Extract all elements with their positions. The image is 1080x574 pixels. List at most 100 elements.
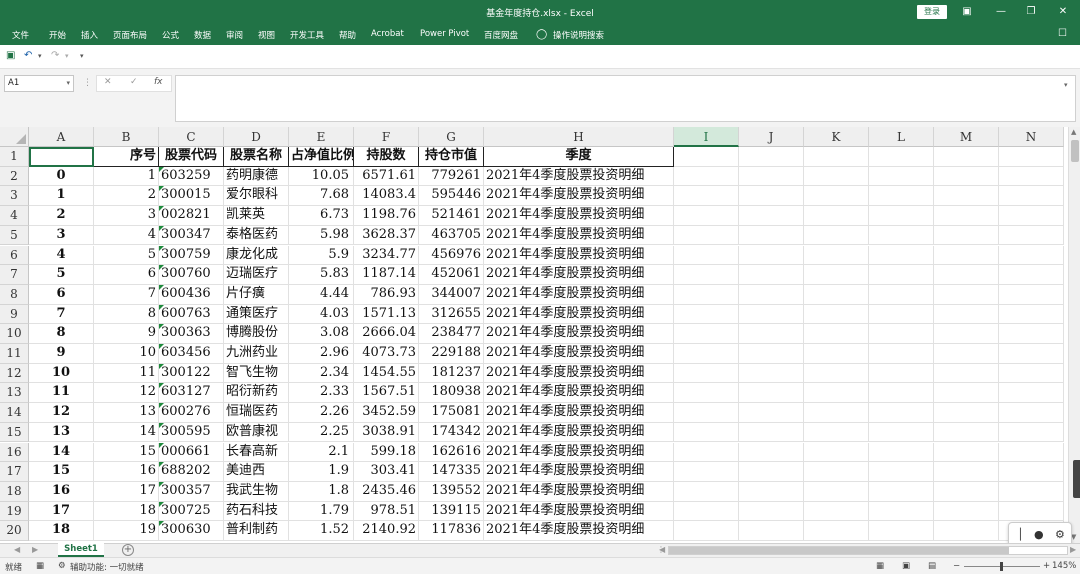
header-cell-a[interactable] — [29, 147, 94, 167]
tab-review[interactable]: 审阅 — [226, 29, 243, 41]
cell-e8[interactable]: 4.44 — [289, 284, 354, 305]
cell-c5[interactable]: 300347 — [159, 225, 224, 246]
formula-input[interactable] — [175, 75, 1076, 122]
cell-j14[interactable] — [739, 403, 804, 423]
cell-n3[interactable] — [999, 186, 1064, 207]
cell-i7[interactable] — [674, 265, 739, 285]
cell-b20[interactable]: 19 — [94, 521, 159, 541]
cell-b15[interactable]: 14 — [94, 422, 159, 443]
cell-e4[interactable]: 6.73 — [289, 206, 354, 226]
comment-icon[interactable]: ☐ — [1058, 28, 1067, 39]
cell-i17[interactable] — [674, 462, 739, 482]
cell-f15[interactable]: 3038.91 — [354, 422, 419, 443]
accessibility-status[interactable]: 辅助功能: 一切就绪 — [70, 561, 144, 573]
cell-c12[interactable]: 300122 — [159, 363, 224, 384]
cell-e19[interactable]: 1.79 — [289, 501, 354, 522]
tab-developer[interactable]: 开发工具 — [290, 29, 324, 41]
cell-m3[interactable] — [934, 186, 999, 207]
cell-c8[interactable]: 600436 — [159, 284, 224, 305]
redo-dropdown-icon[interactable]: ▾ — [65, 52, 69, 60]
row-header-8[interactable]: 8 — [0, 284, 29, 305]
cell-g20[interactable]: 117836 — [419, 521, 484, 541]
normal-view-icon[interactable]: ▦ — [876, 561, 884, 571]
cell-d5[interactable]: 泰格医药 — [224, 225, 289, 246]
cell-b13[interactable]: 12 — [94, 383, 159, 404]
cell-g10[interactable]: 238477 — [419, 324, 484, 344]
cell-e5[interactable]: 5.98 — [289, 225, 354, 246]
cell-k14[interactable] — [804, 403, 869, 423]
cell-b5[interactable]: 4 — [94, 225, 159, 246]
cell-f10[interactable]: 2666.04 — [354, 324, 419, 344]
cell-d4[interactable]: 凯莱英 — [224, 206, 289, 226]
row-header-17[interactable]: 17 — [0, 462, 29, 482]
cell-m20[interactable] — [934, 521, 999, 541]
cell-d3[interactable]: 爱尔眼科 — [224, 186, 289, 207]
row-header-3[interactable]: 3 — [0, 186, 29, 207]
cell-g13[interactable]: 180938 — [419, 383, 484, 404]
cell-e16[interactable]: 2.1 — [289, 442, 354, 463]
cell-i9[interactable] — [674, 304, 739, 325]
row-header-20[interactable]: 20 — [0, 521, 29, 541]
undo-icon[interactable]: ↶ — [24, 50, 32, 61]
row-header-12[interactable]: 12 — [0, 363, 29, 384]
cell-h5[interactable]: 2021年4季度股票投资明细 — [484, 225, 674, 246]
cell-l12[interactable] — [869, 363, 934, 384]
cell-l16[interactable] — [869, 442, 934, 463]
cell-j3[interactable] — [739, 186, 804, 207]
cell-c20[interactable]: 300630 — [159, 521, 224, 541]
cell-i4[interactable] — [674, 206, 739, 226]
row-header-7[interactable]: 7 — [0, 265, 29, 285]
cell-d11[interactable]: 九洲药业 — [224, 344, 289, 364]
cell-a15[interactable]: 13 — [29, 422, 94, 443]
cell-f9[interactable]: 1571.13 — [354, 304, 419, 325]
cell-c4[interactable]: 002821 — [159, 206, 224, 226]
cell-c17[interactable]: 688202 — [159, 462, 224, 482]
redo-icon[interactable]: ↷ — [51, 50, 59, 61]
cell-e7[interactable]: 5.83 — [289, 265, 354, 285]
cell-l13[interactable] — [869, 383, 934, 404]
cell-a7[interactable]: 5 — [29, 265, 94, 285]
tab-help[interactable]: 帮助 — [339, 29, 356, 41]
cell-e12[interactable]: 2.34 — [289, 363, 354, 384]
customize-icon[interactable]: ▾ — [80, 52, 84, 60]
cell-m11[interactable] — [934, 344, 999, 364]
cell-c15[interactable]: 300595 — [159, 422, 224, 443]
cell-f17[interactable]: 303.41 — [354, 462, 419, 482]
header-cell-k[interactable] — [804, 147, 869, 167]
ribbon-display-icon[interactable]: ▣ — [959, 4, 975, 20]
cell-n12[interactable] — [999, 363, 1064, 384]
cell-h13[interactable]: 2021年4季度股票投资明细 — [484, 383, 674, 404]
cell-h9[interactable]: 2021年4季度股票投资明细 — [484, 304, 674, 325]
cell-k15[interactable] — [804, 422, 869, 443]
scroll-up-icon[interactable]: ▲ — [1071, 128, 1076, 136]
cell-k5[interactable] — [804, 225, 869, 246]
cell-d12[interactable]: 智飞生物 — [224, 363, 289, 384]
row-header-4[interactable]: 4 — [0, 206, 29, 226]
cell-l5[interactable] — [869, 225, 934, 246]
cell-c18[interactable]: 300357 — [159, 481, 224, 502]
cell-h2[interactable]: 2021年4季度股票投资明细 — [484, 166, 674, 187]
column-header-c[interactable]: C — [159, 127, 224, 147]
cell-j5[interactable] — [739, 225, 804, 246]
cell-n14[interactable] — [999, 403, 1064, 423]
cell-h10[interactable]: 2021年4季度股票投资明细 — [484, 324, 674, 344]
column-header-g[interactable]: G — [419, 127, 484, 147]
cell-h6[interactable]: 2021年4季度股票投资明细 — [484, 245, 674, 266]
cell-c9[interactable]: 600763 — [159, 304, 224, 325]
tell-me-search[interactable]: 操作说明搜索 — [553, 29, 604, 41]
cell-e3[interactable]: 7.68 — [289, 186, 354, 207]
cell-g17[interactable]: 147335 — [419, 462, 484, 482]
macro-record-icon[interactable]: ▦ — [36, 561, 44, 571]
row-header-9[interactable]: 9 — [0, 304, 29, 325]
cell-h11[interactable]: 2021年4季度股票投资明细 — [484, 344, 674, 364]
cell-f2[interactable]: 6571.61 — [354, 166, 419, 187]
cell-d20[interactable]: 普利制药 — [224, 521, 289, 541]
cell-e6[interactable]: 5.9 — [289, 245, 354, 266]
row-header-2[interactable]: 2 — [0, 166, 29, 187]
cell-e20[interactable]: 1.52 — [289, 521, 354, 541]
cell-e2[interactable]: 10.05 — [289, 166, 354, 187]
header-cell-b[interactable]: 序号 — [94, 147, 159, 167]
cell-e15[interactable]: 2.25 — [289, 422, 354, 443]
close-button[interactable]: ✕ — [1055, 4, 1071, 20]
cell-b12[interactable]: 11 — [94, 363, 159, 384]
